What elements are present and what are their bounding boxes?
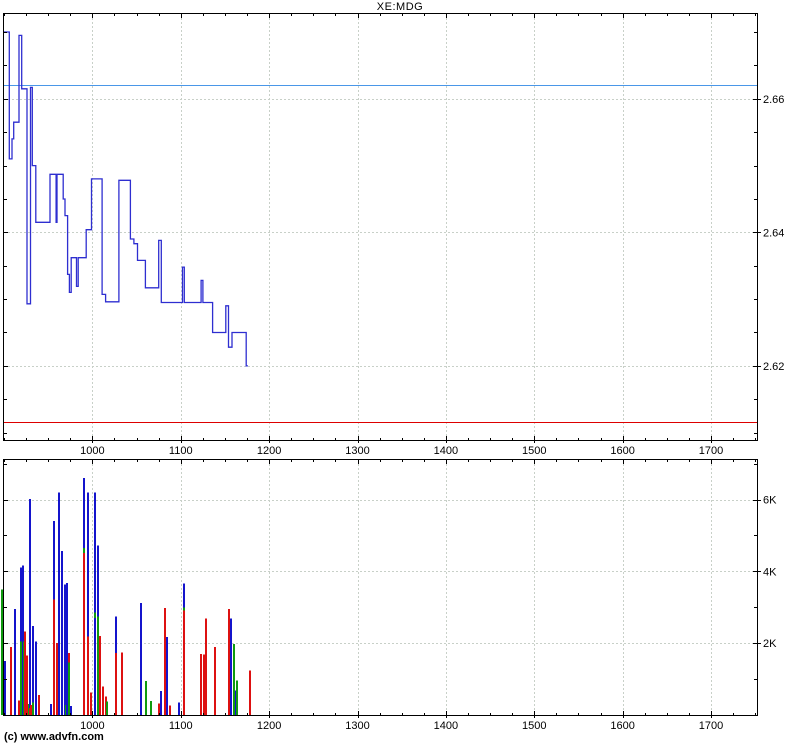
volume-y-tick-label: 4K — [763, 566, 777, 578]
volume-bar — [90, 693, 92, 715]
volume-bar — [4, 661, 6, 715]
volume-bar — [30, 705, 32, 715]
volume-x-tick-label: 1500 — [522, 720, 546, 732]
volume-bar — [83, 478, 85, 548]
volume-bar — [32, 702, 34, 715]
volume-bar — [230, 619, 232, 715]
volume-bar — [35, 641, 37, 715]
price-ticks — [4, 14, 761, 443]
volume-bar — [10, 647, 12, 715]
volume-bar — [64, 585, 66, 715]
volume-bar — [160, 691, 162, 715]
volume-bar — [183, 584, 185, 608]
volume-bar — [24, 632, 26, 715]
volume-bar — [87, 492, 89, 636]
volume-bar — [99, 636, 101, 715]
price-x-tick-label: 1700 — [699, 445, 723, 457]
volume-bar — [53, 521, 55, 600]
volume-bar — [14, 609, 16, 715]
volume-bar — [169, 706, 171, 715]
volume-bar — [145, 681, 147, 715]
price-y-tick-label: 2.66 — [763, 94, 784, 106]
volume-x-tick-label: 1400 — [434, 720, 458, 732]
volume-bars — [1, 478, 251, 715]
volume-bar — [200, 654, 202, 715]
volume-ticks — [4, 460, 761, 718]
volume-bar — [68, 663, 70, 715]
volume-bar — [205, 619, 207, 715]
price-y-tick-label: 2.62 — [763, 361, 784, 373]
volume-bar — [115, 616, 117, 653]
volume-bar — [233, 644, 235, 715]
volume-bar — [183, 610, 185, 715]
volume-x-tick-label: 1200 — [257, 720, 281, 732]
volume-bar — [20, 641, 22, 715]
volume-bar — [228, 609, 230, 715]
volume-bar — [140, 603, 142, 715]
volume-y-tick-label: 2K — [763, 638, 777, 650]
volume-x-tick-label: 1300 — [345, 720, 369, 732]
volume-bar — [66, 583, 68, 715]
price-x-tick-label: 1200 — [257, 445, 281, 457]
volume-bar — [94, 618, 96, 715]
volume-bar — [1, 589, 3, 715]
price-x-tick-label: 1300 — [345, 445, 369, 457]
price-x-tick-label: 1400 — [434, 445, 458, 457]
volume-bar — [121, 653, 123, 715]
volume-y-tick-label: 6K — [763, 495, 777, 507]
volume-bar — [106, 702, 108, 715]
volume-bar — [61, 551, 63, 715]
volume-chart: 6K4K2K10001100120013001400150016001700 — [1, 460, 777, 733]
price-x-tick-label: 1000 — [80, 445, 104, 457]
volume-bar — [150, 701, 152, 715]
copyright-text: (c) www.advfn.com — [4, 731, 104, 743]
volume-x-tick-label: 1700 — [699, 720, 723, 732]
volume-bar — [115, 653, 117, 715]
volume-bar — [20, 568, 22, 642]
chart-title: XE:MDG — [0, 1, 800, 13]
price-x-tick-label: 1100 — [169, 445, 193, 457]
volume-bar — [50, 704, 52, 715]
price-gridlines — [4, 14, 757, 440]
volume-bar — [97, 617, 99, 715]
volume-bar — [94, 492, 96, 612]
volume-bar — [58, 492, 60, 715]
volume-bar — [38, 695, 40, 715]
chart-canvas: 2.66 2.64 2.62 1000 1100 1200 1300 1400 1500 1600… — [0, 0, 800, 747]
volume-bar — [178, 702, 180, 715]
volume-bar — [94, 613, 96, 618]
volume-bar — [164, 608, 166, 715]
volume-bar — [102, 687, 104, 715]
volume-bar — [214, 647, 216, 715]
price-border — [4, 14, 758, 441]
volume-bar — [53, 600, 55, 715]
volume-bar — [183, 608, 185, 611]
volume-bar — [97, 546, 99, 617]
volume-bar — [26, 655, 28, 715]
price-chart: 2.66 2.64 2.62 1000 1100 1200 1300 1400 1500 1600… — [4, 14, 785, 458]
volume-bar — [83, 548, 85, 553]
volume-bar — [29, 499, 31, 708]
volume-x-tick-label: 1100 — [169, 720, 193, 732]
advfn-stock-chart: 2.66 2.64 2.62 1000 1100 1200 1300 1400 1500 1600… — [0, 0, 800, 747]
volume-bar — [236, 681, 238, 715]
volume-bar — [203, 654, 205, 715]
volume-bar — [166, 637, 168, 715]
volume-bar — [83, 553, 85, 715]
price-y-tick-label: 2.64 — [763, 227, 784, 239]
price-axis-labels: 2.66 2.64 2.62 1000 1100 1200 1300 1400 1500 1600… — [80, 94, 784, 457]
price-x-tick-label: 1600 — [610, 445, 634, 457]
volume-bar — [32, 626, 34, 703]
volume-bar — [18, 701, 20, 715]
volume-bar — [56, 643, 58, 715]
price-x-tick-label: 1500 — [522, 445, 546, 457]
volume-x-tick-label: 1600 — [610, 720, 634, 732]
volume-bar — [249, 671, 251, 715]
volume-bar — [87, 636, 89, 715]
price-step-line — [4, 32, 248, 366]
